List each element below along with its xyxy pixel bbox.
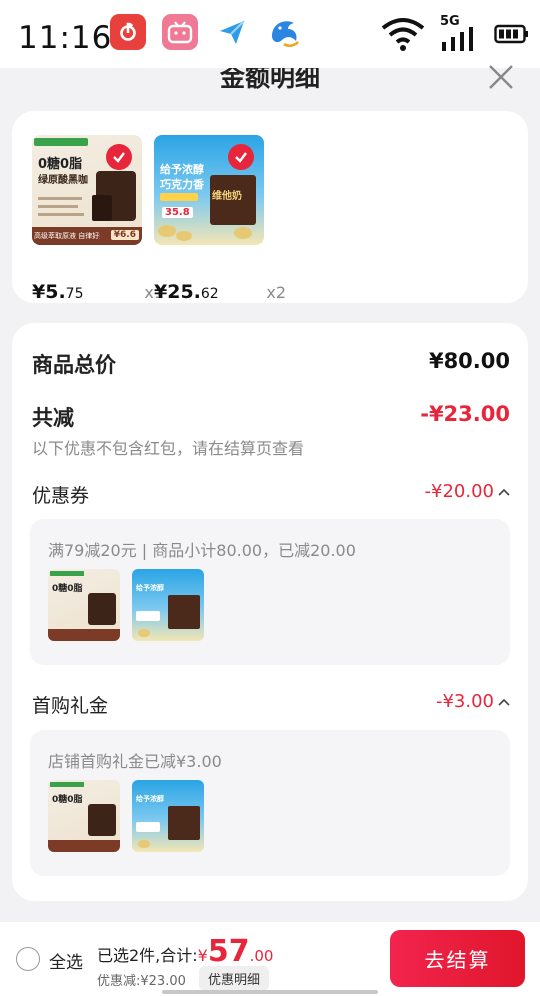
total-reduction-value: -¥23.00 <box>420 402 510 426</box>
coupon-label: 优惠券 <box>32 485 90 507</box>
coupon-detail-box: 满79减20元 | 商品小计80.00，已减20.00 0糖0脂 给予浓醇 <box>30 519 510 665</box>
dolphin-app-icon <box>266 14 302 50</box>
check-icon <box>106 144 132 170</box>
select-all-label[interactable]: 全选 <box>49 948 83 973</box>
product-image: 给予浓醇 巧克力香 35.8 维他奶 <box>154 135 264 245</box>
coupon-row[interactable]: 优惠券 -¥20.00 <box>32 481 510 507</box>
bilibili-icon <box>162 14 198 50</box>
product-image-badge: 维他奶 <box>212 191 242 202</box>
discount-detail-button[interactable]: 优惠明细 <box>199 966 270 991</box>
product-card: 0糖0脂 绿原酸黑咖 高级萃取原液 自律好搭档 ¥6.6 ¥5.75 x1 给予… <box>12 111 528 303</box>
product-item[interactable]: 给予浓醇 巧克力香 35.8 维他奶 ¥25.62 x2 <box>154 135 286 303</box>
close-icon[interactable] <box>486 62 516 92</box>
home-indicator <box>162 990 378 994</box>
product-thumbnail: 0糖0脂 <box>48 780 120 852</box>
product-image-subtitle: 绿原酸黑咖 <box>38 175 88 186</box>
first-purchase-gift-row[interactable]: 首购礼金 -¥3.00 <box>32 691 510 717</box>
status-bar: 11:16 5G <box>0 0 540 68</box>
product-image-badge: ¥6.6 <box>110 230 139 240</box>
coupon-detail-text: 满79减20元 | 商品小计80.00，已减20.00 <box>48 541 356 560</box>
reduction-note: 以下优惠不包含红包，请在结算页查看 <box>32 439 305 458</box>
product-image-footer: 高级萃取原液 自律好搭档 <box>34 232 100 240</box>
discount-summary: 优惠减:¥23.00 <box>97 974 186 989</box>
first-purchase-gift-label: 首购礼金 <box>32 695 109 717</box>
coupon-value: -¥20.00 <box>424 481 494 502</box>
cellular-signal-icon: 5G <box>440 14 480 52</box>
selected-total: 已选2件,合计:¥57.00 <box>97 934 273 969</box>
total-price-value: ¥80.00 <box>428 349 510 373</box>
chevron-up-icon[interactable] <box>498 697 510 707</box>
selected-count-text: 已选2件,合计: <box>97 946 198 965</box>
price-decimal: 75 <box>65 286 84 302</box>
product-item[interactable]: 0糖0脂 绿原酸黑咖 高级萃取原液 自律好搭档 ¥6.6 ¥5.75 x1 <box>32 135 164 303</box>
first-purchase-gift-value: -¥3.00 <box>435 691 494 712</box>
price-integer: ¥25. <box>154 281 201 303</box>
product-thumbnail: 0糖0脂 <box>48 569 120 641</box>
product-image-headline: 0糖0脂 <box>38 157 83 172</box>
wifi-icon <box>381 18 425 51</box>
check-icon <box>228 144 254 170</box>
total-amount-integer: 57 <box>207 934 250 969</box>
checkout-bar: 全选 已选2件,合计:¥57.00 优惠减:¥23.00 优惠明细 去结算 <box>0 922 540 996</box>
total-reduction-label: 共减 <box>32 406 74 430</box>
paper-plane-icon <box>214 14 250 50</box>
netease-music-icon <box>110 14 146 50</box>
currency-symbol: ¥ <box>197 946 208 965</box>
thumbnail-text: 给予浓醇 <box>136 584 164 592</box>
chevron-up-icon[interactable] <box>498 487 510 497</box>
battery-icon <box>494 24 528 44</box>
total-price-row: 商品总价 ¥80.00 <box>32 349 510 377</box>
product-image-headline: 给予浓醇 <box>160 163 204 176</box>
price-integer: ¥5. <box>32 281 66 303</box>
product-price: ¥25.62 <box>154 281 219 303</box>
first-purchase-gift-detail-box: 店铺首购礼金已减¥3.00 0糖0脂 给予浓醇 <box>30 730 510 876</box>
status-time: 11:16 <box>18 20 113 56</box>
product-quantity: x2 <box>266 283 286 302</box>
product-image-subtitle: 巧克力香 <box>160 178 204 191</box>
product-image-footer: 35.8 <box>162 207 193 218</box>
total-amount-decimal: .00 <box>249 947 274 965</box>
product-price: ¥5.75 <box>32 281 84 303</box>
checkout-button[interactable]: 去结算 <box>390 930 525 987</box>
total-price-label: 商品总价 <box>32 353 116 377</box>
thumbnail-text: 给予浓醇 <box>136 795 164 803</box>
select-all-radio[interactable] <box>16 947 40 971</box>
total-reduction-row: 共减 -¥23.00 <box>32 402 510 430</box>
thumbnail-text: 0糖0脂 <box>52 584 83 594</box>
thumbnail-text: 0糖0脂 <box>52 795 83 805</box>
product-thumbnail: 给予浓醇 <box>132 780 204 852</box>
price-decimal: 62 <box>200 286 219 302</box>
amount-detail-card: 商品总价 ¥80.00 共减 -¥23.00 以下优惠不包含红包，请在结算页查看… <box>12 323 528 901</box>
product-thumbnail: 给予浓醇 <box>132 569 204 641</box>
product-image: 0糖0脂 绿原酸黑咖 高级萃取原液 自律好搭档 ¥6.6 <box>32 135 142 245</box>
first-purchase-gift-detail-text: 店铺首购礼金已减¥3.00 <box>48 752 222 771</box>
